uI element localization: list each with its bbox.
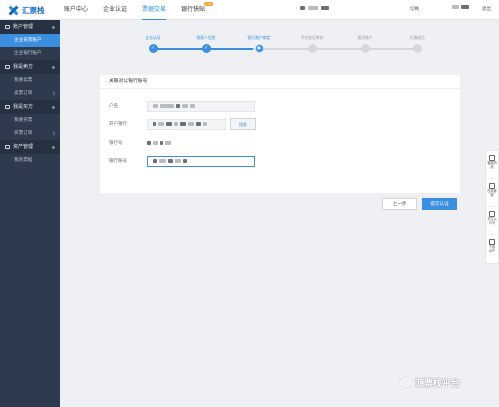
step-label: 授权人信息 (196, 35, 216, 40)
floating-toolbar: 客服热线 在线客服 关注公众号 下载APP (485, 150, 499, 264)
check-icon: ✓ (148, 44, 158, 53)
buyer-icon (5, 104, 10, 109)
switch-company-link[interactable]: 切换 (410, 6, 419, 12)
step-activate-account: 激活账户 (345, 34, 385, 53)
sidebar-group-label: 我是卖方 (13, 64, 34, 70)
logo-icon (8, 5, 19, 16)
bank-account-form: 关联对公银行账号 户名 开户银行 搜索 银行号 银行账号 (100, 75, 460, 193)
float-label: 在线客服 (487, 189, 497, 197)
account-name-label: 户名 (109, 104, 118, 109)
watermark-text: 汇票栈平台 (415, 379, 461, 389)
brand-logo[interactable]: 汇票栈 (8, 3, 45, 17)
watermark: 汇票栈平台 (400, 376, 460, 389)
sidebar-item-buy-bill[interactable]: 我要买票 (0, 114, 60, 127)
sidebar-group-assets[interactable]: 资产管理 ▲ (0, 140, 60, 154)
account-name-row: 户名 (109, 100, 255, 112)
pending-step-icon (412, 44, 422, 53)
seller-icon (5, 64, 10, 69)
bank-account-label: 银行账号 (109, 159, 127, 164)
order-count: 0 (52, 91, 55, 96)
float-label: 关注公众号 (487, 217, 497, 225)
float-wechat[interactable]: 关注公众号 (486, 207, 498, 235)
opening-bank-label: 开户银行 (109, 122, 127, 127)
sidebar-item-label: 卖票订单 (14, 91, 33, 96)
step-label: 开通成功 (409, 35, 425, 40)
sidebar-item-background-account[interactable]: 企业背景账户 (0, 34, 60, 47)
sidebar-item-buy-orders[interactable]: 买票订单 0 (0, 127, 60, 140)
opening-bank-field (147, 118, 226, 130)
float-label: 下载APP (488, 245, 496, 253)
assets-icon (5, 144, 10, 149)
sidebar-group-label: 资产管理 (13, 144, 34, 150)
sidebar-item-sell-bill[interactable]: 我要卖票 (0, 74, 60, 87)
chevron-up-icon: ▲ (51, 24, 55, 29)
new-badge: new (203, 2, 214, 6)
step-label: 激活账户 (357, 35, 373, 40)
step-label: 银行账户绑定 (247, 35, 271, 40)
nav-account-center[interactable]: 账户中心 (64, 0, 88, 20)
sidebar-group-account[interactable]: 账户管理 ▲ (0, 20, 60, 34)
main-nav: 账户中心 企业认证 票据交易 银行快贴 new (64, 0, 220, 20)
sidebar-item-my-bills[interactable]: 我的票据 (0, 154, 60, 167)
brand-name: 汇票栈 (22, 5, 45, 15)
opening-bank-row: 开户银行 搜索 (109, 118, 256, 130)
float-online-service[interactable]: 在线客服 (486, 179, 498, 207)
sidebar-group-label: 我是买方 (13, 104, 34, 110)
sidebar-item-sell-orders[interactable]: 卖票订单 0 (0, 87, 60, 100)
nav-bank-discount[interactable]: 银行快贴 new (181, 0, 214, 20)
user-info[interactable] (452, 5, 469, 9)
progress-steps: 企业认证 ✓ 授权人信息 ✓ 银行账户绑定 ● 平台验证审核 激活账户 开通成功 (145, 34, 425, 64)
form-title: 关联对公银行账号 (100, 75, 460, 89)
wechat-icon (400, 378, 412, 387)
bank-code-row: 银行号 (109, 137, 171, 149)
sidebar-group-buyer[interactable]: 我是买方 ▲ (0, 100, 60, 114)
check-icon: ✓ (201, 44, 211, 53)
nav-enterprise-auth[interactable]: 企业认证 (103, 0, 127, 20)
main-content: 企业认证 ✓ 授权人信息 ✓ 银行账户绑定 ● 平台验证审核 激活账户 开通成功… (60, 20, 499, 407)
logout-link[interactable]: 退出 (482, 6, 491, 12)
sidebar-group-label: 账户管理 (13, 24, 34, 30)
step-success: 开通成功 (397, 34, 437, 53)
bank-code-label: 银行号 (109, 141, 123, 146)
pending-step-icon (307, 44, 317, 53)
search-bank-button[interactable]: 搜索 (230, 118, 256, 130)
top-bar: 汇票栈 账户中心 企业认证 票据交易 银行快贴 new 切换 退出 (0, 0, 499, 20)
chevron-up-icon: ▲ (51, 64, 55, 69)
sidebar: 账户管理 ▲ 企业背景账户 企业银行账户 我是卖方 ▲ 我要卖票 卖票订单 0 我是… (0, 20, 60, 407)
account-icon (5, 24, 10, 29)
step-enterprise-auth: 企业认证 ✓ (133, 34, 173, 53)
float-label: 客服热线 (487, 161, 497, 169)
sidebar-item-label: 买票订单 (14, 131, 33, 136)
submit-auth-button[interactable]: 提交认证 (422, 198, 457, 210)
step-platform-review: 平台验证审核 (292, 34, 332, 53)
order-count: 0 (52, 131, 55, 136)
float-download-app[interactable]: 下载APP (486, 235, 498, 263)
sidebar-group-seller[interactable]: 我是卖方 ▲ (0, 60, 60, 74)
bank-account-input[interactable] (147, 155, 255, 167)
nav-bank-discount-label: 银行快贴 (181, 6, 206, 13)
bank-account-row: 银行账号 (109, 155, 255, 167)
step-bank-binding: 银行账户绑定 ● (239, 34, 279, 53)
chevron-up-icon: ▲ (51, 104, 55, 109)
sidebar-item-bank-account[interactable]: 企业银行账户 (0, 47, 60, 60)
pending-step-icon (360, 44, 370, 53)
chevron-up-icon: ▲ (51, 144, 55, 149)
account-name-field (147, 100, 255, 112)
prev-step-button[interactable]: 上一步 (382, 198, 417, 210)
step-label: 企业认证 (145, 35, 161, 40)
step-authorizer-info: 授权人信息 ✓ (186, 34, 226, 53)
current-step-icon: ● (254, 44, 264, 53)
bank-code-value (147, 141, 171, 145)
float-hotline[interactable]: 客服热线 (486, 151, 498, 179)
nav-bill-trading[interactable]: 票据交易 (142, 0, 167, 20)
step-label: 平台验证审核 (300, 35, 324, 40)
company-name (300, 6, 329, 10)
